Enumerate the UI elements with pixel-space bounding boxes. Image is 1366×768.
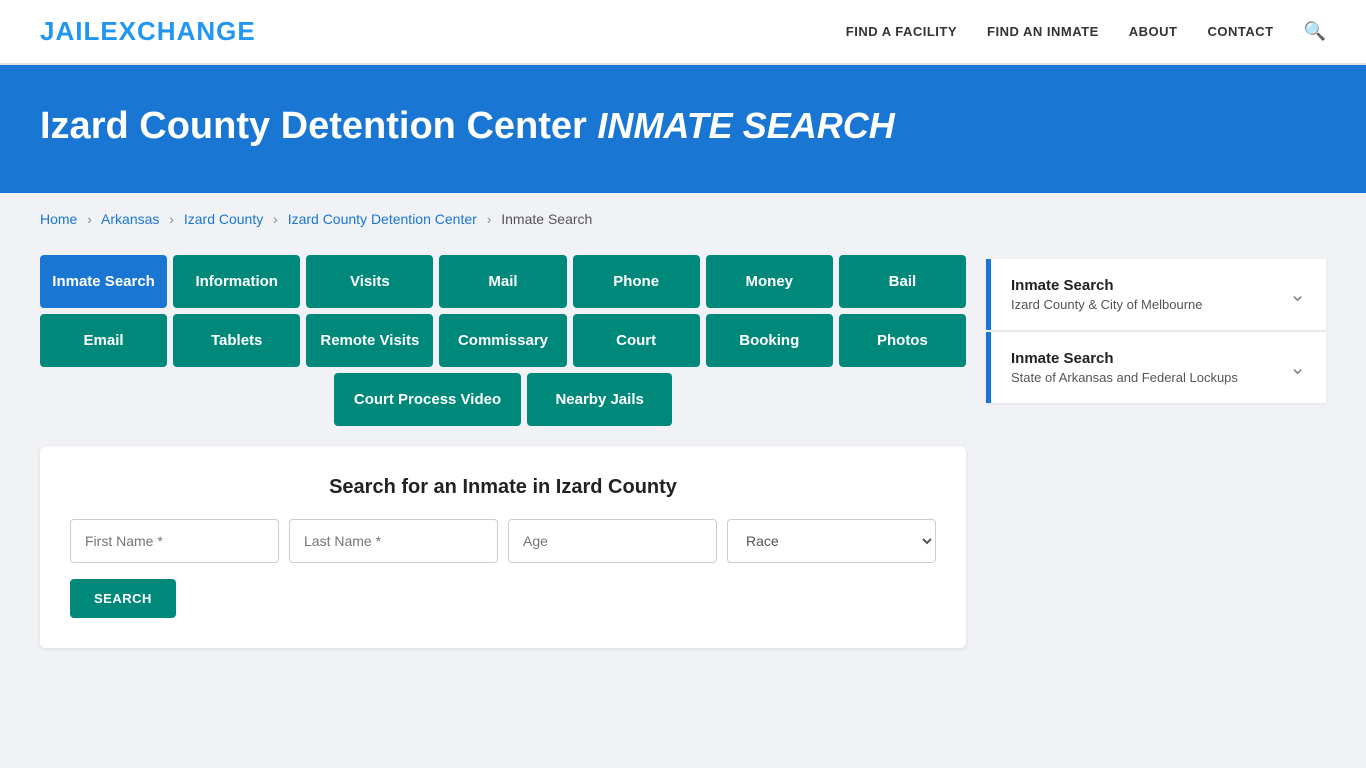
detention-center-breadcrumb[interactable]: Izard County Detention Center bbox=[288, 211, 477, 227]
logo[interactable]: JAILEXCHANGE bbox=[40, 16, 256, 47]
home-breadcrumb[interactable]: Home bbox=[40, 211, 77, 227]
tab-inmate-search[interactable]: Inmate Search bbox=[40, 255, 167, 308]
logo-jail: JAIL bbox=[40, 16, 100, 46]
tab-row-1: Inmate Search Information Visits Mail Ph… bbox=[40, 255, 966, 308]
sidebar-item-text-2: Inmate Search State of Arkansas and Fede… bbox=[1011, 350, 1238, 385]
tab-nearby-jails[interactable]: Nearby Jails bbox=[527, 373, 672, 426]
tab-grid: Inmate Search Information Visits Mail Ph… bbox=[40, 255, 966, 426]
sep4: › bbox=[487, 211, 492, 227]
chevron-down-icon-2: ⌄ bbox=[1289, 355, 1306, 380]
race-select[interactable]: Race White Black Hispanic Asian Other bbox=[727, 519, 936, 563]
sidebar-item-subtitle-1: Izard County & City of Melbourne bbox=[1011, 297, 1202, 312]
sidebar-inmate-search-state[interactable]: Inmate Search State of Arkansas and Fede… bbox=[986, 332, 1326, 403]
tab-commissary[interactable]: Commissary bbox=[439, 314, 566, 367]
sidebar-item-text-1: Inmate Search Izard County & City of Mel… bbox=[1011, 277, 1202, 312]
tab-tablets[interactable]: Tablets bbox=[173, 314, 300, 367]
contact-link[interactable]: CONTACT bbox=[1207, 24, 1273, 39]
navigation: JAILEXCHANGE FIND A FACILITY FIND AN INM… bbox=[0, 0, 1366, 65]
tab-money[interactable]: Money bbox=[706, 255, 833, 308]
right-panel: Inmate Search Izard County & City of Mel… bbox=[986, 259, 1326, 648]
sidebar-item-title-2: Inmate Search bbox=[1011, 350, 1238, 367]
sidebar-item-title-1: Inmate Search bbox=[1011, 277, 1202, 294]
search-button[interactable]: SEARCH bbox=[70, 579, 176, 618]
tab-bail[interactable]: Bail bbox=[839, 255, 966, 308]
tab-remote-visits[interactable]: Remote Visits bbox=[306, 314, 433, 367]
tab-visits[interactable]: Visits bbox=[306, 255, 433, 308]
tab-mail[interactable]: Mail bbox=[439, 255, 566, 308]
find-inmate-link[interactable]: FIND AN INMATE bbox=[987, 24, 1099, 39]
sep1: › bbox=[87, 211, 92, 227]
inmate-search-breadcrumb: Inmate Search bbox=[501, 211, 592, 227]
hero-title-main: Izard County Detention Center bbox=[40, 105, 587, 147]
tab-booking[interactable]: Booking bbox=[706, 314, 833, 367]
sidebar-item-subtitle-2: State of Arkansas and Federal Lockups bbox=[1011, 370, 1238, 385]
hero-title: Izard County Detention Center INMATE SEA… bbox=[40, 105, 1326, 148]
tab-information[interactable]: Information bbox=[173, 255, 300, 308]
tab-row-3: Court Process Video Nearby Jails bbox=[40, 373, 966, 426]
hero-title-italic: INMATE SEARCH bbox=[597, 105, 894, 146]
left-panel: Inmate Search Information Visits Mail Ph… bbox=[40, 255, 966, 648]
last-name-input[interactable] bbox=[289, 519, 498, 563]
search-icon[interactable]: 🔍 bbox=[1304, 21, 1326, 42]
tab-phone[interactable]: Phone bbox=[573, 255, 700, 308]
inmate-search-box: Search for an Inmate in Izard County Rac… bbox=[40, 446, 966, 648]
find-facility-link[interactable]: FIND A FACILITY bbox=[846, 24, 957, 39]
tab-court[interactable]: Court bbox=[573, 314, 700, 367]
tab-court-process-video[interactable]: Court Process Video bbox=[334, 373, 521, 426]
search-fields: Race White Black Hispanic Asian Other bbox=[70, 519, 936, 563]
izard-county-breadcrumb[interactable]: Izard County bbox=[184, 211, 263, 227]
tab-row-2: Email Tablets Remote Visits Commissary C… bbox=[40, 314, 966, 367]
main-content: Inmate Search Information Visits Mail Ph… bbox=[0, 245, 1366, 688]
age-input[interactable] bbox=[508, 519, 717, 563]
arkansas-breadcrumb[interactable]: Arkansas bbox=[101, 211, 159, 227]
chevron-down-icon-1: ⌄ bbox=[1289, 282, 1306, 307]
about-link[interactable]: ABOUT bbox=[1129, 24, 1178, 39]
sidebar-inmate-search-local[interactable]: Inmate Search Izard County & City of Mel… bbox=[986, 259, 1326, 330]
sep3: › bbox=[273, 211, 278, 227]
hero-banner: Izard County Detention Center INMATE SEA… bbox=[0, 65, 1366, 193]
sep2: › bbox=[169, 211, 174, 227]
tab-email[interactable]: Email bbox=[40, 314, 167, 367]
search-title: Search for an Inmate in Izard County bbox=[70, 476, 936, 499]
nav-links: FIND A FACILITY FIND AN INMATE ABOUT CON… bbox=[846, 21, 1326, 42]
breadcrumb: Home › Arkansas › Izard County › Izard C… bbox=[0, 193, 1366, 245]
logo-exchange: EXCHANGE bbox=[100, 16, 255, 46]
tab-photos[interactable]: Photos bbox=[839, 314, 966, 367]
first-name-input[interactable] bbox=[70, 519, 279, 563]
